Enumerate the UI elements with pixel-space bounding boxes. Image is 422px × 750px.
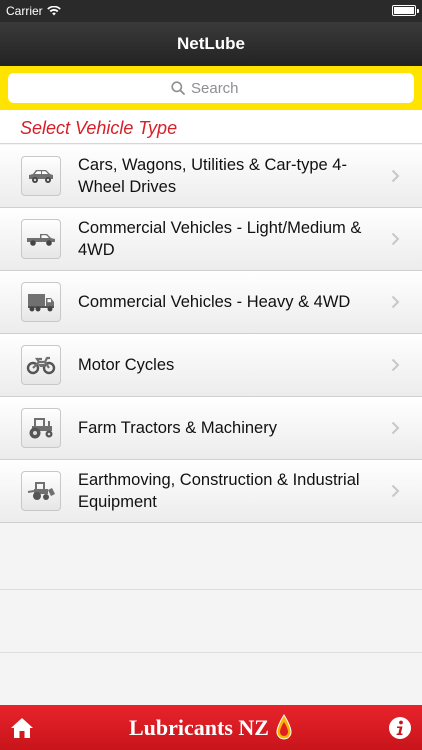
section-title: Select Vehicle Type [20,118,178,138]
search-bar [0,66,422,110]
search-icon [171,81,185,95]
pickup-icon-box [21,219,61,259]
empty-list-area [0,527,422,653]
vehicle-type-label: Commercial Vehicles - Light/Medium & 4WD [78,219,362,259]
footer-bar: Lubricants NZ [0,705,422,750]
vehicle-type-label: Commercial Vehicles - Heavy & 4WD [78,293,351,311]
car-icon [29,170,53,183]
empty-row [0,527,422,590]
chevron-right-icon [388,481,402,501]
car-icon-box [21,156,61,196]
vehicle-type-list: Cars, Wagons, Utilities & Car-type 4-Whe… [0,145,422,523]
home-icon[interactable] [10,717,34,739]
loader-icon [27,482,55,500]
brand-logo: Lubricants NZ [129,713,293,742]
vehicle-type-row-motorcycles[interactable]: Motor Cycles [0,334,422,397]
vehicle-type-label: Cars, Wagons, Utilities & Car-type 4-Whe… [78,156,347,196]
motorcycle-icon-box [21,345,61,385]
section-header: Select Vehicle Type [0,110,422,144]
chevron-right-icon [388,418,402,438]
vehicle-type-row-commercial-heavy[interactable]: Commercial Vehicles - Heavy & 4WD [0,271,422,334]
oil-drop-icon [276,713,292,739]
vehicle-type-label: Farm Tractors & Machinery [78,419,277,437]
chevron-right-icon [388,229,402,249]
vehicle-type-row-tractors[interactable]: Farm Tractors & Machinery [0,397,422,460]
wifi-icon [46,6,61,16]
chevron-right-icon [388,166,402,186]
heavy-truck-icon [28,294,54,312]
vehicle-type-label: Earthmoving, Construction & Industrial E… [78,471,360,511]
vehicle-type-row-earthmoving[interactable]: Earthmoving, Construction & Industrial E… [0,460,422,523]
carrier-label: Carrier [6,4,43,18]
vehicle-type-label: Motor Cycles [78,356,175,374]
motorcycle-icon [26,356,56,375]
pickup-truck-icon [27,234,55,246]
brand-name: Lubricants NZ [129,714,269,740]
status-bar: Carrier [0,0,422,22]
info-icon[interactable] [388,716,412,740]
search-box[interactable] [8,73,414,103]
nav-bar: NetLube [0,22,422,66]
tractor-icon [29,418,53,439]
tractor-icon-box [21,408,61,448]
vehicle-type-row-commercial-light[interactable]: Commercial Vehicles - Light/Medium & 4WD [0,208,422,271]
heavy-truck-icon-box [21,282,61,322]
chevron-right-icon [388,355,402,375]
vehicle-type-row-cars[interactable]: Cars, Wagons, Utilities & Car-type 4-Whe… [0,145,422,208]
chevron-right-icon [388,292,402,312]
carrier-indicator: Carrier [6,4,61,18]
battery-icon [392,5,419,16]
loader-icon-box [21,471,61,511]
search-input[interactable] [191,79,251,97]
empty-row [0,590,422,653]
page-title: NetLube [177,34,245,53]
